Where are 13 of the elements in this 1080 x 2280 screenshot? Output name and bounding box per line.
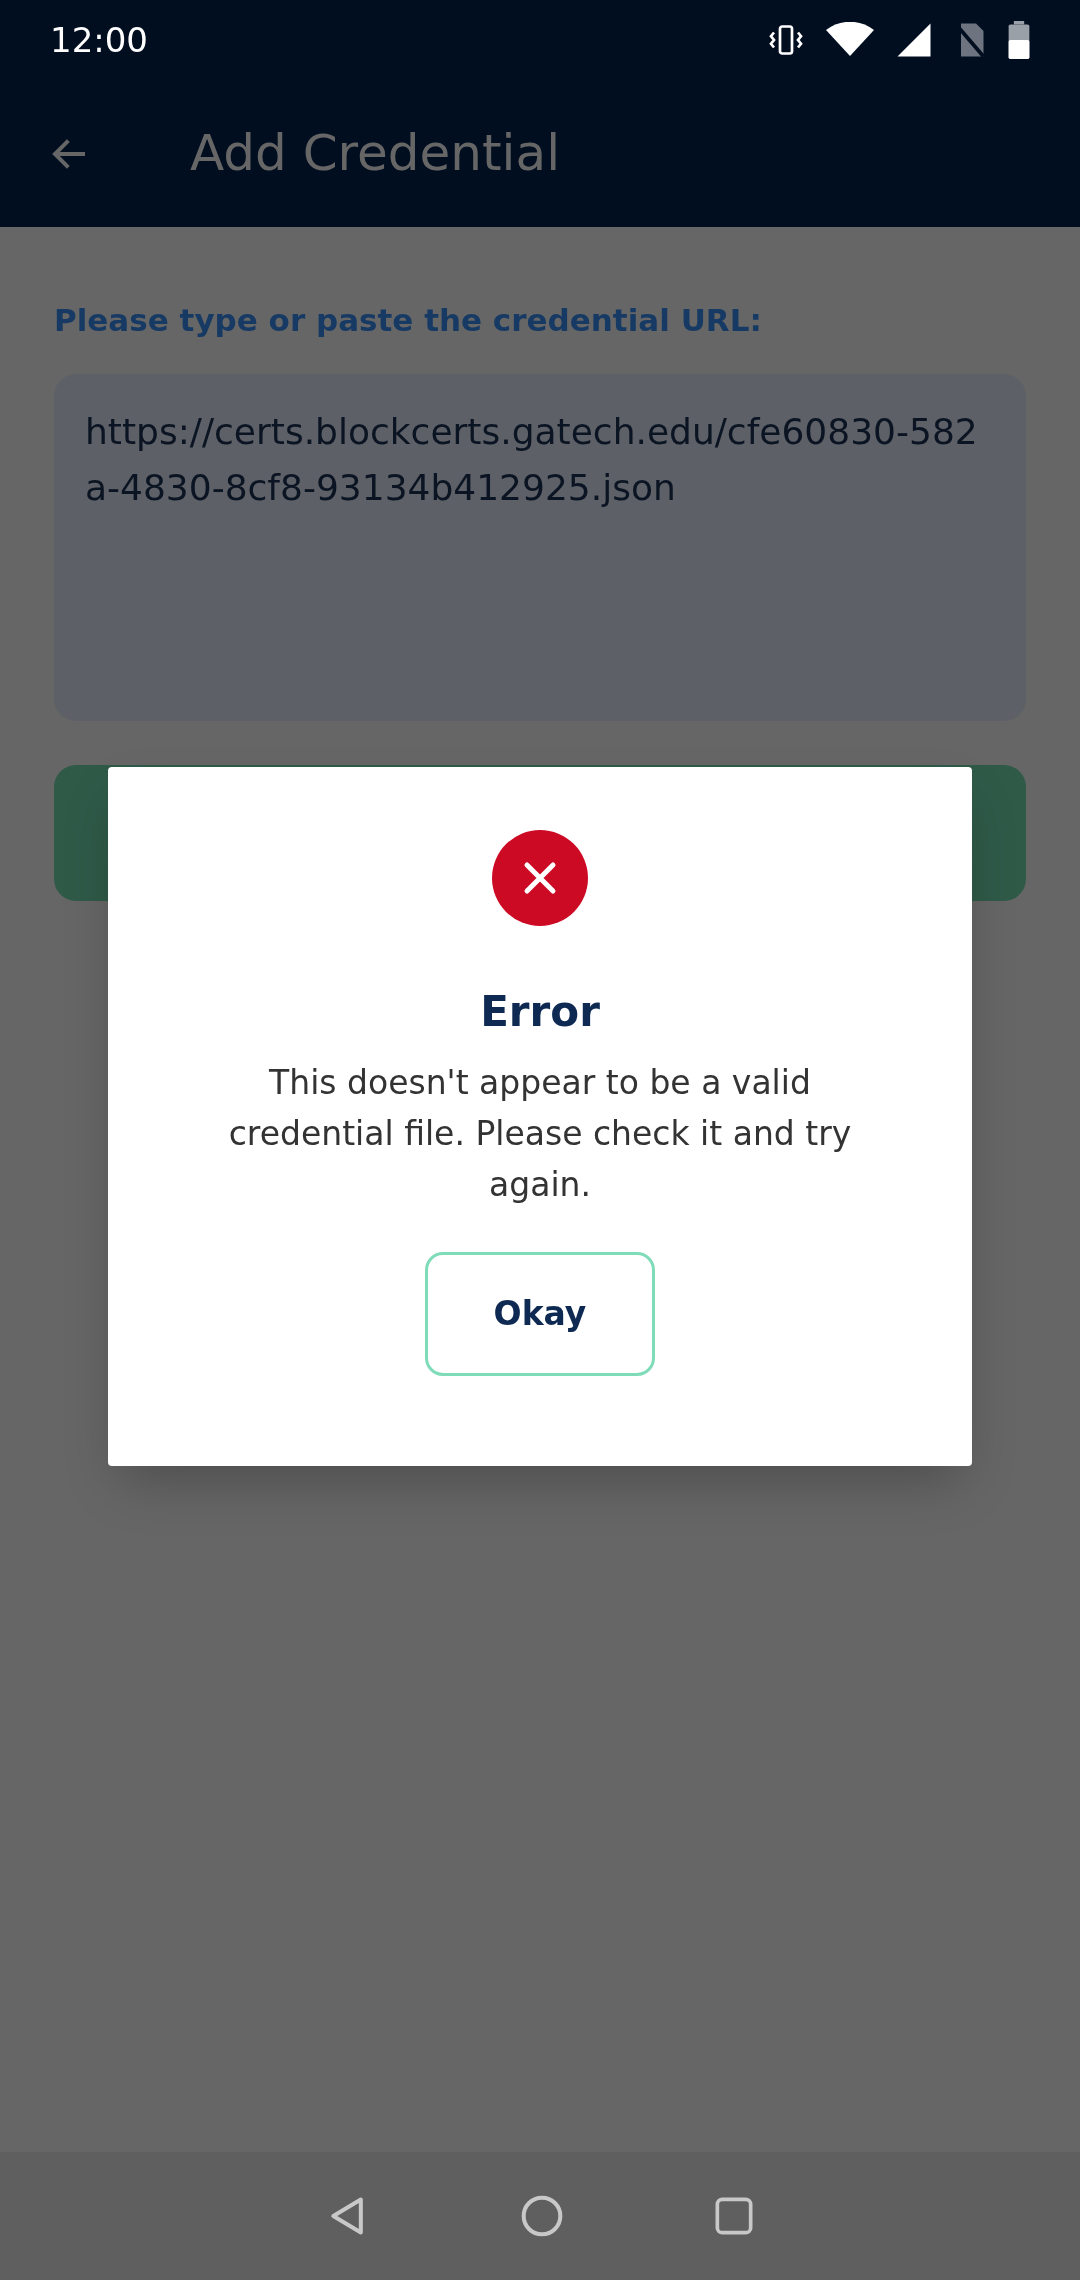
signal-icon (896, 22, 932, 58)
dialog-title: Error (480, 986, 600, 1038)
screen-title: Add Credential (190, 123, 561, 184)
vibrate-icon (768, 22, 804, 58)
home-nav-icon[interactable] (520, 2194, 564, 2238)
field-label: Please type or paste the credential URL: (54, 301, 763, 340)
status-time: 12:00 (50, 18, 148, 62)
recents-nav-icon[interactable] (714, 2196, 754, 2236)
okay-button[interactable]: Okay (425, 1252, 655, 1376)
wifi-icon (826, 22, 874, 58)
dialog-message: This doesn't appear to be a valid credential file. Please check it and try again. (227, 1062, 853, 1206)
battery-icon (1008, 21, 1030, 59)
error-icon (492, 830, 588, 926)
